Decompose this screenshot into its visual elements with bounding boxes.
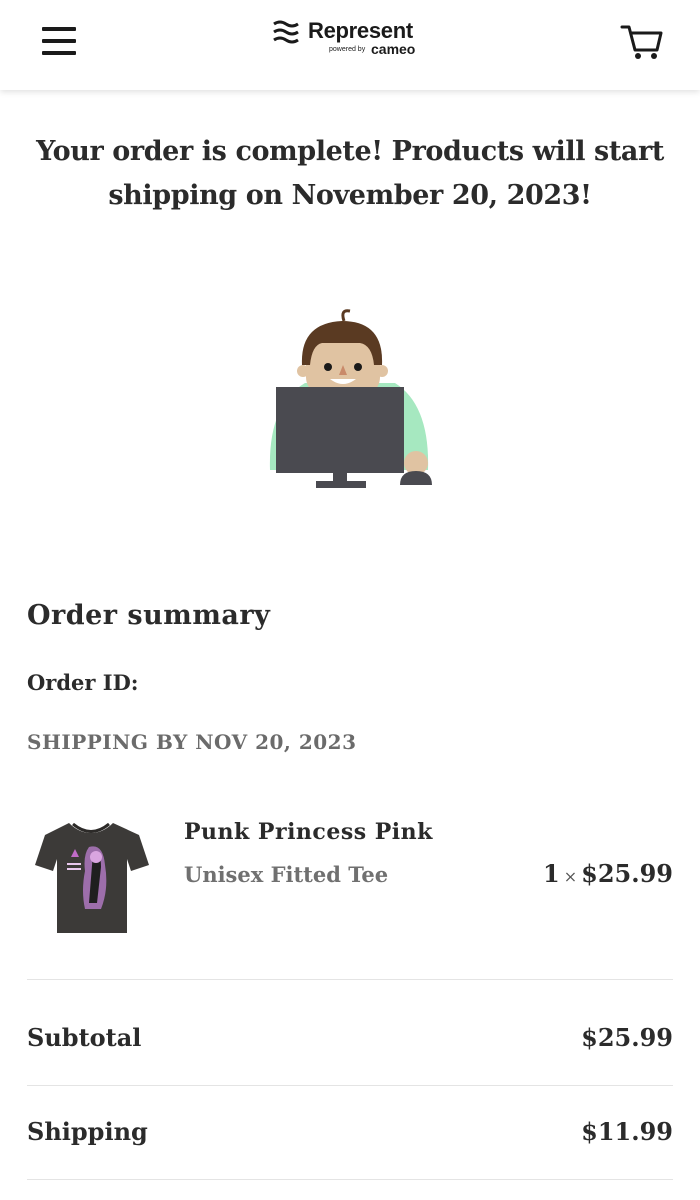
shopping-cart-icon[interactable] bbox=[620, 22, 664, 62]
shipping-label: Shipping bbox=[27, 1117, 148, 1146]
order-complete-line-1: Your order is complete! Products will st… bbox=[36, 136, 664, 167]
subtotal-value: $25.99 bbox=[581, 1023, 673, 1052]
product-quantity: 1 bbox=[543, 859, 560, 888]
order-id-row: Order ID: bbox=[27, 670, 156, 695]
product-thumbnail-image[interactable] bbox=[31, 813, 151, 938]
order-id-label: Order ID: bbox=[27, 670, 139, 695]
product-name[interactable]: Punk Princess Pink bbox=[184, 819, 433, 845]
divider bbox=[27, 1179, 673, 1180]
shipping-date-label: SHIPPING BY NOV 20, 2023 bbox=[27, 730, 357, 754]
shipping-value: $11.99 bbox=[581, 1117, 673, 1146]
order-item-row: Punk Princess Pink Unisex Fitted Tee 1 × $… bbox=[27, 805, 673, 945]
product-price: $25.99 bbox=[581, 859, 673, 888]
represent-logo-icon bbox=[273, 20, 299, 44]
multiply-symbol: × bbox=[563, 867, 578, 886]
brand-logo[interactable]: Represent powered by cameo bbox=[272, 18, 432, 62]
order-complete-message: Your order is complete! Products will st… bbox=[30, 130, 670, 218]
order-summary-heading: Order summary bbox=[27, 600, 271, 631]
divider bbox=[27, 979, 673, 980]
brand-partner: cameo bbox=[371, 41, 416, 57]
order-complete-line-2: shipping on November 20, 2023! bbox=[108, 180, 592, 211]
subtotal-label: Subtotal bbox=[27, 1023, 142, 1052]
divider bbox=[27, 1085, 673, 1086]
hamburger-menu-icon[interactable] bbox=[42, 27, 76, 55]
person-at-computer-illustration bbox=[269, 309, 432, 488]
product-variant: Unisex Fitted Tee bbox=[184, 862, 389, 887]
product-quantity-price: 1 × $25.99 bbox=[543, 859, 673, 888]
brand-powered-by: powered by bbox=[329, 46, 366, 53]
top-header: Represent powered by cameo bbox=[0, 0, 700, 90]
